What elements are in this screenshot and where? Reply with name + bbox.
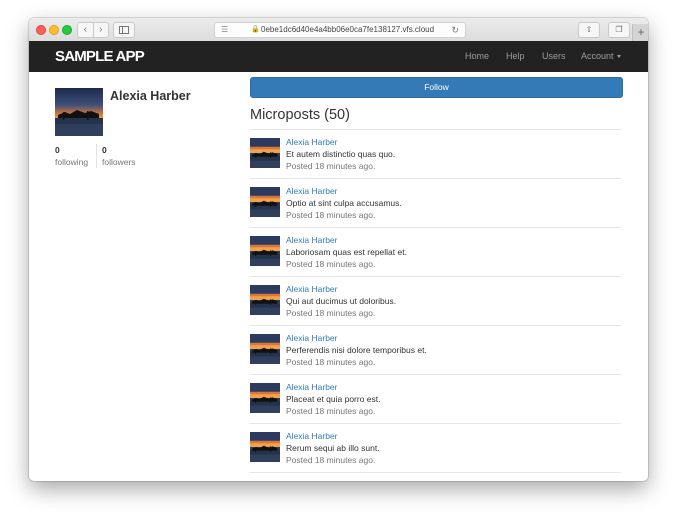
- micropost-author-link[interactable]: Alexia Harber: [286, 186, 338, 196]
- micropost-list: Alexia Harber Et autem distinctio quas q…: [250, 130, 621, 473]
- micropost-avatar[interactable]: [250, 187, 280, 217]
- nav-help-link[interactable]: Help: [506, 41, 525, 72]
- address-bar[interactable]: ☰ 🔒 0ebe1dc6d40e4a4bb06e0ca7fe138127.vfs…: [214, 22, 466, 38]
- sidebar-icon: [119, 26, 129, 34]
- micropost-author-link[interactable]: Alexia Harber: [286, 137, 338, 147]
- micropost-timestamp: Posted 18 minutes ago.: [286, 455, 376, 465]
- profile-avatar: [55, 88, 103, 136]
- microposts-heading: Microposts (50): [250, 107, 350, 123]
- micropost-avatar[interactable]: [250, 334, 280, 364]
- forward-arrow-icon[interactable]: ›: [94, 23, 109, 37]
- micropost-timestamp: Posted 18 minutes ago.: [286, 406, 376, 416]
- micropost-timestamp: Posted 18 minutes ago.: [286, 210, 376, 220]
- micropost-item: Alexia Harber Qui aut ducimus ut dolorib…: [250, 277, 621, 326]
- app-logo[interactable]: SAMPLE APP: [55, 41, 145, 72]
- caret-down-icon: [616, 55, 621, 59]
- micropost-item: Alexia Harber Laboriosam quas est repell…: [250, 228, 621, 277]
- micropost-avatar[interactable]: [250, 383, 280, 413]
- browser-toolbar: ‹ › ☰ 🔒 0ebe1dc6d40e4a4bb06e0ca7fe138127…: [29, 18, 648, 42]
- following-stat[interactable]: 0 following: [55, 144, 88, 168]
- lock-icon: 🔒: [251, 26, 260, 33]
- nav-users-link[interactable]: Users: [542, 41, 566, 72]
- micropost-timestamp: Posted 18 minutes ago.: [286, 357, 376, 367]
- micropost-author-link[interactable]: Alexia Harber: [286, 431, 338, 441]
- browser-window: ‹ › ☰ 🔒 0ebe1dc6d40e4a4bb06e0ca7fe138127…: [29, 18, 648, 481]
- micropost-author-link[interactable]: Alexia Harber: [286, 382, 338, 392]
- follow-button[interactable]: Follow: [250, 77, 623, 98]
- micropost-avatar[interactable]: [250, 138, 280, 168]
- nav-account-label: Account: [581, 51, 614, 61]
- micropost-item: Alexia Harber Perferendis nisi dolore te…: [250, 326, 621, 375]
- zoom-window-button[interactable]: [62, 25, 72, 35]
- following-count: 0: [55, 145, 60, 155]
- micropost-content: Laboriosam quas est repellat et.: [286, 247, 407, 257]
- micropost-content: Perferendis nisi dolore temporibus et.: [286, 345, 427, 355]
- nav-home-link[interactable]: Home: [465, 41, 489, 72]
- reload-icon[interactable]: ↻: [451, 23, 459, 37]
- tabs-overview-icon[interactable]: ❐: [608, 22, 630, 38]
- url-text: 0ebe1dc6d40e4a4bb06e0ca7fe138127.vfs.clo…: [261, 25, 435, 34]
- followers-label: followers: [102, 157, 136, 167]
- followers-stat[interactable]: 0 followers: [96, 144, 136, 168]
- micropost-author-link[interactable]: Alexia Harber: [286, 284, 338, 294]
- micropost-content: Et autem distinctio quas quo.: [286, 149, 396, 159]
- new-tab-icon[interactable]: +: [632, 24, 648, 41]
- micropost-timestamp: Posted 18 minutes ago.: [286, 161, 376, 171]
- close-window-button[interactable]: [36, 25, 46, 35]
- micropost-avatar[interactable]: [250, 432, 280, 462]
- back-arrow-icon[interactable]: ‹: [78, 23, 94, 37]
- sidebar-toggle-button[interactable]: [113, 22, 135, 38]
- micropost-item: Alexia Harber Et autem distinctio quas q…: [250, 130, 621, 179]
- micropost-content: Placeat et quia porro est.: [286, 394, 381, 404]
- history-nav: ‹ ›: [77, 22, 109, 38]
- micropost-item: Alexia Harber Rerum sequi ab illo sunt. …: [250, 424, 621, 473]
- micropost-item: Alexia Harber Optio at sint culpa accusa…: [250, 179, 621, 228]
- micropost-content: Optio at sint culpa accusamus.: [286, 198, 402, 208]
- micropost-avatar[interactable]: [250, 236, 280, 266]
- micropost-content: Qui aut ducimus ut doloribus.: [286, 296, 397, 306]
- followers-count: 0: [102, 145, 107, 155]
- micropost-avatar[interactable]: [250, 285, 280, 315]
- micropost-author-link[interactable]: Alexia Harber: [286, 333, 338, 343]
- micropost-content: Rerum sequi ab illo sunt.: [286, 443, 380, 453]
- profile-name: Alexia Harber: [110, 89, 191, 103]
- share-icon[interactable]: ⇧: [578, 22, 600, 38]
- following-label: following: [55, 157, 89, 167]
- app-navbar: SAMPLE APP Home Help Users Account: [29, 41, 648, 72]
- reader-icon[interactable]: ☰: [221, 23, 228, 37]
- minimize-window-button[interactable]: [49, 25, 59, 35]
- micropost-author-link[interactable]: Alexia Harber: [286, 235, 338, 245]
- nav-account-dropdown[interactable]: Account: [581, 41, 621, 72]
- micropost-timestamp: Posted 18 minutes ago.: [286, 308, 376, 318]
- micropost-timestamp: Posted 18 minutes ago.: [286, 259, 376, 269]
- micropost-item: Alexia Harber Placeat et quia porro est.…: [250, 375, 621, 424]
